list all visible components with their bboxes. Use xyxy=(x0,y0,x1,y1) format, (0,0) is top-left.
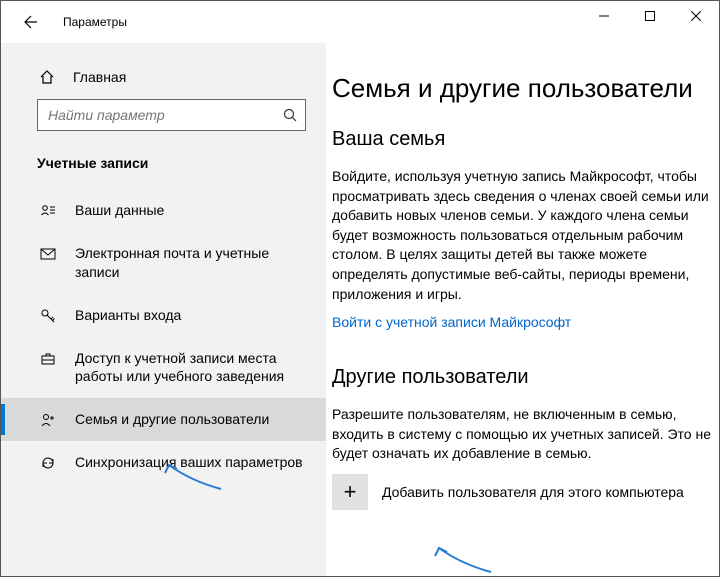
sidebar-item-label: Варианты входа xyxy=(75,306,181,325)
main-panel: Семья и другие пользователи Ваша семья В… xyxy=(326,43,719,576)
sidebar-item-family-users[interactable]: Семья и другие пользователи xyxy=(1,398,326,441)
others-section-heading: Другие пользователи xyxy=(332,366,713,389)
mail-icon xyxy=(39,244,57,262)
sidebar-home[interactable]: Главная xyxy=(1,63,326,99)
close-button[interactable] xyxy=(673,1,719,31)
sidebar-item-label: Электронная почта и учетные записи xyxy=(75,244,306,282)
person-plus-icon xyxy=(39,410,57,428)
sidebar-item-your-info[interactable]: Ваши данные xyxy=(1,189,326,232)
sidebar-home-label: Главная xyxy=(73,69,126,85)
signin-link[interactable]: Войти с учетной записи Майкрософт xyxy=(332,314,571,330)
search-input[interactable] xyxy=(46,106,283,124)
sidebar-item-sync[interactable]: Синхронизация ваших параметров xyxy=(1,441,326,484)
back-button[interactable] xyxy=(19,10,43,34)
family-section-heading: Ваша семья xyxy=(332,128,713,151)
family-section-text: Войдите, используя учетную запись Майкро… xyxy=(332,167,713,304)
sync-icon xyxy=(39,453,57,471)
search-icon xyxy=(283,108,297,122)
plus-icon: + xyxy=(332,474,368,510)
home-icon xyxy=(39,69,55,85)
sidebar-item-label: Семья и другие пользователи xyxy=(75,410,269,429)
maximize-button[interactable] xyxy=(627,1,673,31)
maximize-icon xyxy=(645,11,655,21)
sidebar-item-label: Ваши данные xyxy=(75,201,164,220)
sidebar: Главная Учетные записи Ваши данные Элект… xyxy=(1,43,326,576)
minimize-icon xyxy=(599,11,609,21)
arrow-left-icon xyxy=(23,14,39,30)
add-user-row[interactable]: + Добавить пользователя для этого компью… xyxy=(332,474,713,510)
sidebar-item-label: Синхронизация ваших параметров xyxy=(75,453,303,472)
titlebar: Параметры xyxy=(1,1,719,43)
others-section-text: Разрешите пользователям, не включенным в… xyxy=(332,405,713,464)
close-icon xyxy=(691,11,701,21)
sidebar-section-header: Учетные записи xyxy=(1,151,326,189)
minimize-button[interactable] xyxy=(581,1,627,31)
sidebar-item-signin-options[interactable]: Варианты входа xyxy=(1,294,326,337)
window-controls xyxy=(581,1,719,31)
window-title: Параметры xyxy=(63,15,127,29)
sidebar-item-work-school[interactable]: Доступ к учетной записи места работы или… xyxy=(1,337,326,399)
page-title: Семья и другие пользователи xyxy=(332,73,713,104)
add-user-label: Добавить пользователя для этого компьюте… xyxy=(382,484,684,500)
sidebar-item-label: Доступ к учетной записи места работы или… xyxy=(75,349,306,387)
briefcase-icon xyxy=(39,349,57,367)
sidebar-item-email-accounts[interactable]: Электронная почта и учетные записи xyxy=(1,232,326,294)
search-box[interactable] xyxy=(37,99,306,131)
person-card-icon xyxy=(39,201,57,219)
key-icon xyxy=(39,306,57,324)
